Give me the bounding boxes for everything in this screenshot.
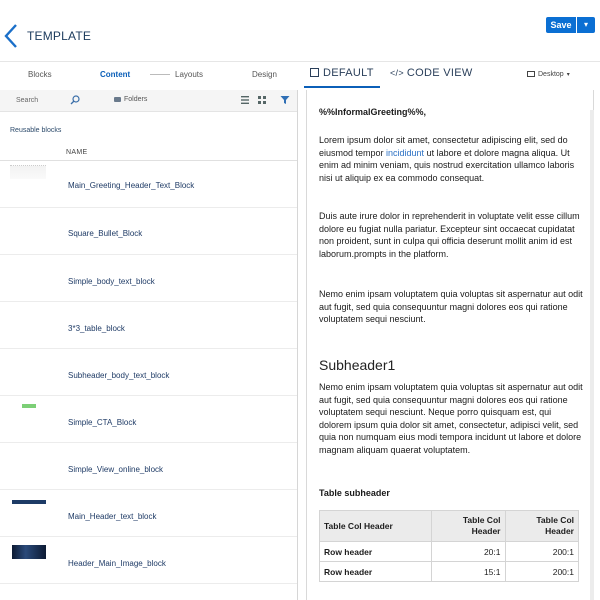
table-row: Row header 20:1 200:1 xyxy=(319,541,579,562)
body-paragraph-3: Nemo enim ipsam voluptatem quia voluptas… xyxy=(319,289,583,324)
monitor-icon xyxy=(527,71,535,77)
device-label: Desktop xyxy=(538,71,564,78)
list-item[interactable]: Square_Bullet_Block xyxy=(0,208,297,255)
tab-default-view[interactable]: DEFAULT xyxy=(310,67,374,79)
panel-divider xyxy=(297,90,298,600)
list-item[interactable]: Header_Main_Image_block xyxy=(0,537,297,584)
device-selector[interactable]: Desktop ▾ xyxy=(527,71,570,78)
table-cell: 20:1 xyxy=(431,541,506,562)
block-name: Main_Greeting_Header_Text_Block xyxy=(68,181,195,190)
page-title: TEMPLATE xyxy=(27,29,92,43)
block-name: Simple_CTA_Block xyxy=(68,418,137,427)
list-item[interactable]: Main_Greeting_Header_Text_Block xyxy=(0,161,297,208)
tab-layouts[interactable]: Layouts xyxy=(175,70,203,79)
editor-tabs: Blocks Content Layouts Design DEFAULT </… xyxy=(0,62,600,88)
tab-code-view[interactable]: </> CODE VIEW xyxy=(390,67,473,79)
list-view-icon[interactable] xyxy=(240,95,250,105)
app-header: TEMPLATE Save ▾ xyxy=(0,0,600,62)
table-row: Row header 15:1 200:1 xyxy=(319,561,579,582)
library-toolbar: Search Folders xyxy=(0,90,297,112)
code-icon: </> xyxy=(390,68,404,78)
preview-scrollbar[interactable] xyxy=(590,110,594,600)
table-subheader: Table subheader xyxy=(319,488,390,498)
table-cell: 200:1 xyxy=(504,561,579,582)
folders-label: Folders xyxy=(124,96,148,103)
save-options-button[interactable]: ▾ xyxy=(577,17,595,33)
body-paragraph-1: Lorem ipsum dolor sit amet, consectetur … xyxy=(319,134,583,184)
block-name: Header_Main_Image_block xyxy=(68,559,166,568)
list-item[interactable]: Simple_View_online_block xyxy=(0,443,297,490)
active-view-indicator xyxy=(304,86,380,88)
filter-icon[interactable] xyxy=(280,95,290,105)
preview-table: Table Col Header Table Col Header Table … xyxy=(319,510,579,582)
back-arrow-icon[interactable] xyxy=(2,22,20,50)
inline-link[interactable]: incididunt xyxy=(386,148,424,158)
greeting-text: %%InformalGreeting%%, xyxy=(319,107,427,117)
tab-content[interactable]: Content xyxy=(100,70,130,79)
subheader-heading: Subheader1 xyxy=(319,357,396,373)
block-name: Square_Bullet_Block xyxy=(68,229,143,238)
folder-icon xyxy=(114,96,121,102)
folders-button[interactable]: Folders xyxy=(114,96,147,103)
table-cell: 200:1 xyxy=(504,541,579,562)
table-row-header: Row header xyxy=(319,541,432,562)
search-input[interactable]: Search xyxy=(16,97,38,104)
table-header-row: Table Col Header Table Col Header Table … xyxy=(319,510,579,542)
list-item[interactable]: 3*3_table_block xyxy=(0,302,297,349)
table-col-header: Table Col Header xyxy=(319,510,432,542)
grid-view-icon[interactable] xyxy=(257,95,267,105)
body-paragraph-2: Duis aute irure dolor in reprehenderit i… xyxy=(319,211,580,259)
name-column-header[interactable]: NAME xyxy=(66,149,87,156)
list-item[interactable]: Simple_body_text_block xyxy=(0,255,297,302)
list-item[interactable]: Main_Header_text_block xyxy=(0,490,297,537)
block-name: 3*3_table_block xyxy=(68,324,125,333)
block-name: Main_Header_text_block xyxy=(68,512,157,521)
table-col-header: Table Col Header xyxy=(504,510,579,542)
block-name: Simple_body_text_block xyxy=(68,277,155,286)
block-thumbnail xyxy=(12,545,46,559)
blocks-library-panel: Search Folders Reusable blocks NAME Main… xyxy=(0,90,297,600)
search-icon[interactable] xyxy=(70,95,80,105)
tab-divider xyxy=(150,74,170,75)
table-col-header: Table Col Header xyxy=(431,510,506,542)
chevron-down-icon: ▾ xyxy=(566,72,570,78)
default-view-label: DEFAULT xyxy=(323,67,374,79)
layout-icon xyxy=(310,68,319,77)
section-label: Reusable blocks xyxy=(10,127,62,134)
block-thumbnail xyxy=(22,404,36,408)
email-preview[interactable]: %%InformalGreeting%%, Lorem ipsum dolor … xyxy=(306,90,594,600)
save-button[interactable]: Save xyxy=(546,17,576,33)
list-item[interactable]: Simple_CTA_Block xyxy=(0,396,297,443)
list-item[interactable]: Subheader_body_text_block xyxy=(0,349,297,396)
tab-design[interactable]: Design xyxy=(252,70,277,79)
table-cell: 15:1 xyxy=(431,561,506,582)
tab-blocks[interactable]: Blocks xyxy=(28,70,52,79)
block-thumbnail xyxy=(10,165,46,179)
block-name: Simple_View_online_block xyxy=(68,465,164,474)
code-view-label: CODE VIEW xyxy=(406,67,473,79)
body-paragraph-4: Nemo enim ipsam voluptatem quia voluptas… xyxy=(319,382,583,455)
block-thumbnail xyxy=(12,500,46,504)
block-name: Subheader_body_text_block xyxy=(68,371,170,380)
chevron-down-icon: ▾ xyxy=(583,20,588,29)
table-row-header: Row header xyxy=(319,561,432,582)
